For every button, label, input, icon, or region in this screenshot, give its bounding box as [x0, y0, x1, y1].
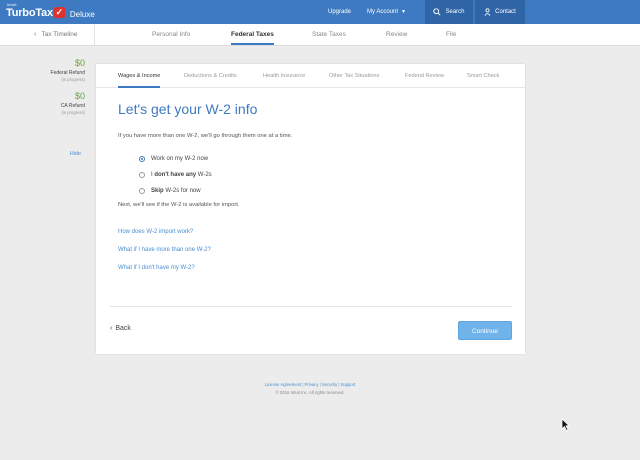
option-label: I don't have any W-2s	[151, 172, 212, 178]
my-account-menu[interactable]: My Account ▼	[367, 0, 406, 24]
refund-label: Federal Refund	[50, 70, 85, 76]
help-link-multiple-w2[interactable]: What if I have more than one W-2?	[118, 247, 211, 253]
continue-button[interactable]: Continue	[458, 321, 512, 340]
refund-status: (in progress)	[61, 110, 85, 115]
tab-smart-check[interactable]: Smart Check	[467, 64, 499, 88]
refund-amount: $0	[74, 58, 85, 68]
option-label: Work on my W-2 now	[151, 156, 209, 162]
contact-button[interactable]: Contact	[475, 0, 525, 24]
refund-amount: $0	[74, 91, 85, 101]
turbotax-wordmark: TurboTax	[6, 7, 53, 19]
chevron-left-icon: ‹	[110, 325, 113, 332]
back-label: Back	[115, 325, 131, 332]
tax-timeline-label: Tax Timeline	[41, 31, 78, 38]
step-state-taxes[interactable]: State Taxes	[312, 24, 346, 45]
help-link-missing-w2[interactable]: What if I don't have my W-2?	[118, 265, 195, 271]
refund-status: (in progress)	[61, 77, 85, 82]
option-work-on-w2[interactable]: Work on my W-2 now	[139, 151, 212, 167]
step-review[interactable]: Review	[386, 24, 407, 45]
option-label: Skip W-2s for now	[151, 188, 201, 194]
footer-separator: |	[319, 382, 321, 387]
footer-link-support[interactable]: Support	[340, 382, 355, 387]
radio-button[interactable]	[139, 188, 145, 194]
search-icon	[433, 8, 442, 16]
radio-button-selected[interactable]	[139, 156, 145, 162]
tab-health-insurance[interactable]: Health Insurance	[263, 64, 305, 88]
divider	[110, 306, 512, 307]
tab-federal-review[interactable]: Federal Review	[405, 64, 444, 88]
step-federal-taxes[interactable]: Federal Taxes	[231, 24, 274, 45]
refund-label: CA Refund	[60, 103, 85, 109]
refund-panel: $0 Federal Refund (in progress) $0 CA Re…	[0, 58, 85, 124]
radio-button[interactable]	[139, 172, 145, 178]
tab-other-tax-situations[interactable]: Other Tax Situations	[329, 64, 379, 88]
step-personal-info[interactable]: Personal Info	[152, 24, 190, 45]
intuit-label: intuit	[7, 2, 17, 7]
state-refund: $0 CA Refund (in progress)	[0, 91, 85, 115]
hide-refund-link[interactable]: Hide	[0, 151, 81, 157]
my-account-label: My Account	[367, 9, 399, 15]
brand-logo[interactable]: intuit TurboTax ✓ Deluxe	[6, 2, 95, 21]
help-link-w2-import[interactable]: How does W-2 import work?	[118, 229, 193, 235]
w2-interview-card: Wages & Income Deductions & Credits Heal…	[96, 64, 525, 354]
chevron-down-icon: ▼	[401, 9, 406, 15]
tab-wages-income[interactable]: Wages & Income	[118, 64, 161, 88]
edition-label: Deluxe	[69, 10, 95, 19]
footer-links: License Agreement|Privacy|Security|Suppo…	[0, 382, 620, 387]
footer-link-license[interactable]: License Agreement	[265, 382, 302, 387]
top-bar: intuit TurboTax ✓ Deluxe Upgrade My Acco…	[0, 0, 640, 24]
tab-deductions-credits[interactable]: Deductions & Credits	[184, 64, 237, 88]
copyright: © 2016 Intuit Inc. All rights reserved.	[275, 390, 345, 395]
person-icon	[484, 8, 491, 16]
tax-timeline-link[interactable]: ‹ Tax Timeline	[0, 24, 95, 45]
import-note: Next, we'll see if the W-2 is available …	[118, 202, 240, 208]
progress-nav: ‹ Tax Timeline Personal Info Federal Tax…	[0, 24, 640, 46]
page-title: Let's get your W-2 info	[118, 101, 258, 117]
option-no-w2[interactable]: I don't have any W-2s	[139, 167, 212, 183]
step-file[interactable]: File	[446, 24, 456, 45]
chevron-left-icon: ‹	[34, 31, 37, 38]
footer-link-security[interactable]: Security	[322, 382, 338, 387]
option-skip-w2[interactable]: Skip W-2s for now	[139, 183, 212, 199]
intro-text: If you have more than one W-2, we'll go …	[118, 133, 293, 139]
mouse-cursor-icon	[561, 418, 571, 436]
search-button[interactable]: Search	[425, 0, 473, 24]
footer-link-privacy[interactable]: Privacy	[304, 382, 318, 387]
w2-options: Work on my W-2 now I don't have any W-2s…	[139, 151, 212, 199]
search-label: Search	[445, 9, 465, 15]
upgrade-link[interactable]: Upgrade	[328, 0, 351, 24]
back-button[interactable]: ‹ Back	[110, 325, 131, 332]
checkmark-icon: ✓	[53, 7, 65, 18]
federal-refund: $0 Federal Refund (in progress)	[0, 58, 85, 82]
section-tabs: Wages & Income Deductions & Credits Heal…	[96, 64, 525, 88]
contact-label: Contact	[495, 9, 516, 15]
